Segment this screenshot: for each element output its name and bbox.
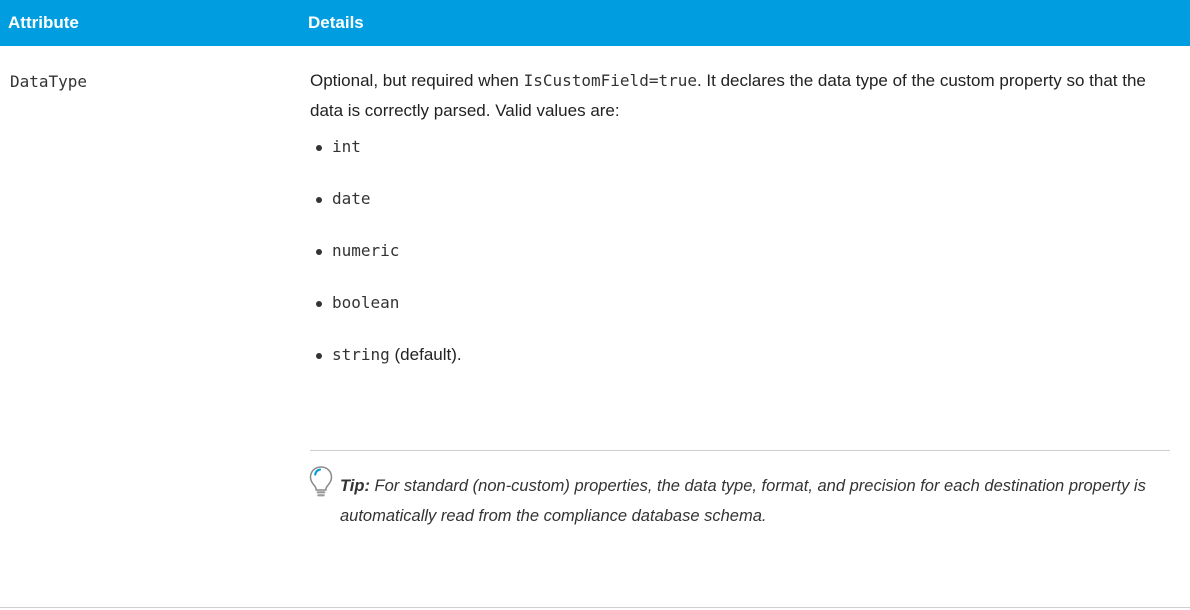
value-suffix: (default). <box>389 345 462 364</box>
is-custom-field-code: IsCustomField=true <box>523 71 697 90</box>
attribute-column-header: Attribute <box>8 13 79 32</box>
value-code: numeric <box>332 241 400 260</box>
tip-note: Tip: For standard (non-custom) propertie… <box>309 450 1170 531</box>
description-text-start: Optional, but required when <box>310 71 524 90</box>
details-cell: Optional, but required when IsCustomFiel… <box>310 66 1170 392</box>
bullet-icon <box>316 249 322 255</box>
details-description: Optional, but required when IsCustomFiel… <box>310 66 1170 126</box>
tip-text: Tip: For standard (non-custom) propertie… <box>310 471 1170 531</box>
attribute-table: Attribute Details <box>0 0 1190 46</box>
valid-values-list: int date numeric boolean string (default… <box>310 132 1170 392</box>
lightbulb-icon <box>309 466 333 497</box>
list-item: date <box>310 184 1170 236</box>
details-column-header: Details <box>308 13 364 32</box>
bullet-icon <box>316 197 322 203</box>
bullet-icon <box>316 145 322 151</box>
value-code: string <box>332 345 390 364</box>
list-item: int <box>310 132 1170 184</box>
value-code: date <box>332 189 371 208</box>
tip-body: For standard (non-custom) properties, th… <box>340 477 1146 525</box>
bullet-icon <box>316 301 322 307</box>
list-item: boolean <box>310 288 1170 340</box>
attribute-name: DataType <box>10 72 88 91</box>
table-row: DataType Optional, but required when IsC… <box>0 46 1190 608</box>
list-item: string (default). <box>310 340 1170 392</box>
list-item: numeric <box>310 236 1170 288</box>
table-header-row: Attribute Details <box>0 0 1190 46</box>
bullet-icon <box>316 353 322 359</box>
tip-label: Tip: <box>340 477 370 495</box>
value-code: boolean <box>332 293 400 312</box>
value-code: int <box>332 137 361 156</box>
